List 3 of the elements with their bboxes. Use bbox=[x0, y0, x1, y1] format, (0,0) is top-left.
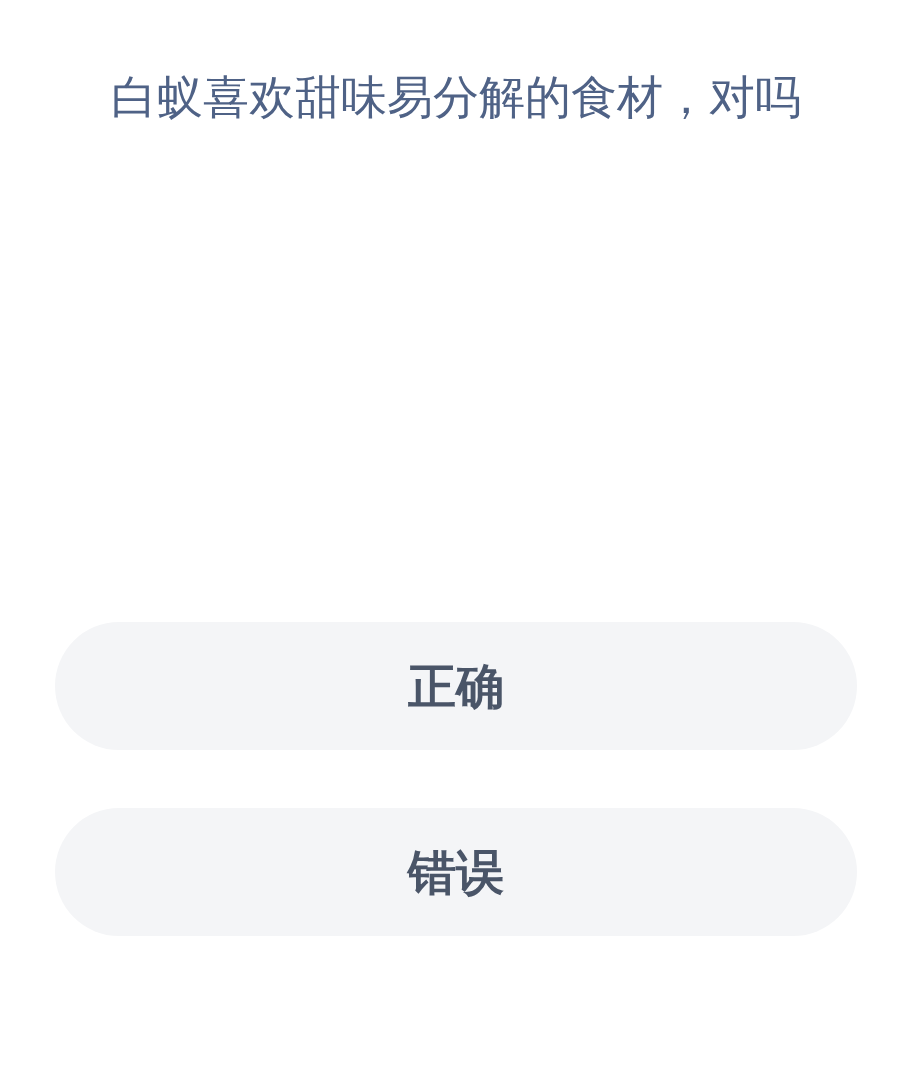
question-text: 白蚁喜欢甜味易分解的食材，对吗 bbox=[110, 69, 802, 126]
answer-option-button[interactable]: 错误 bbox=[55, 808, 857, 936]
answer-option-button[interactable]: 正确 bbox=[55, 622, 857, 750]
